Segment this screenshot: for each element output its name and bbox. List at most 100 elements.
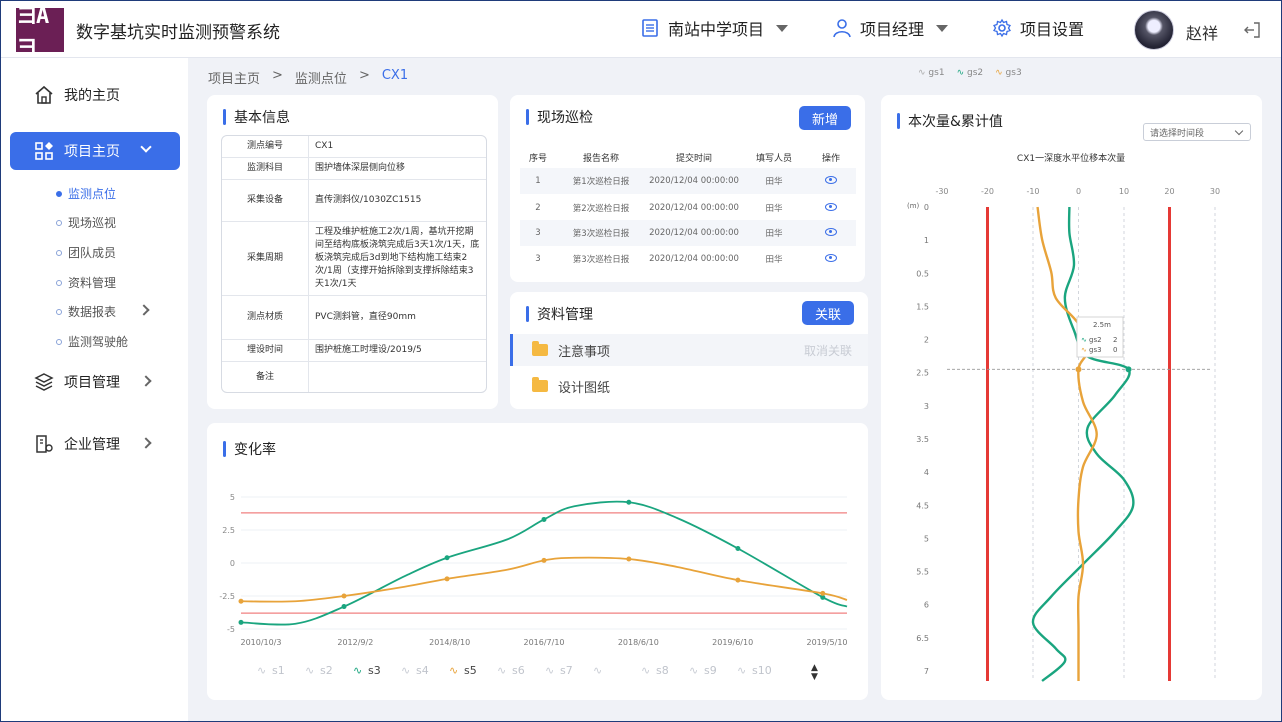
dot-icon <box>56 190 62 197</box>
data-point-s3 <box>444 555 450 561</box>
link-docs-button[interactable]: 关联 <box>802 301 854 325</box>
x-tick-label: 0 <box>1076 187 1081 196</box>
hover-point-gs3 <box>1075 366 1082 373</box>
legend-item[interactable]: ∿ gs2 <box>957 68 984 78</box>
sidebar-sub-cockpit[interactable]: 监测驾驶舱 <box>56 333 128 350</box>
data-point-s3 <box>341 604 347 610</box>
cell: 田华 <box>765 177 783 187</box>
eye-icon[interactable] <box>825 202 837 211</box>
sidebar-item-enterprise-mgmt[interactable]: 企业管理 <box>10 425 180 463</box>
sidebar-item-label: 项目管理 <box>64 375 120 391</box>
info-value <box>309 362 486 392</box>
eye-icon[interactable] <box>825 253 837 262</box>
y-tick-label: 0 <box>230 559 235 568</box>
legend-item[interactable]: ∿ gs3 <box>995 68 1022 78</box>
list-item[interactable]: 设计图纸 <box>510 370 868 402</box>
dot-icon <box>56 249 62 256</box>
legend-swatch-icon: ∿ <box>641 664 650 677</box>
table-row: 采集设备 直传测斜仪/1030ZC1515 <box>222 180 486 222</box>
cell: 3 <box>535 228 541 238</box>
legend-swatch-icon: ∿ <box>305 664 314 677</box>
x-tick-label: -20 <box>981 187 994 196</box>
eye-icon[interactable] <box>825 227 837 236</box>
sidebar: 我的主页 项目主页 监测点位 现场巡视 团队成员 资料管理 数据报表 监测驾驶舱… <box>0 58 188 722</box>
y-tick-label: 7 <box>924 667 929 676</box>
x-tick-label: 2016/7/10 <box>523 638 564 647</box>
sidebar-sub-site-patrol[interactable]: 现场巡视 <box>56 214 116 231</box>
unlink-button[interactable]: 取消关联 <box>804 342 852 359</box>
card-title: 资料管理 <box>526 304 593 324</box>
sidebar-sub-docs[interactable]: 资料管理 <box>56 274 116 291</box>
avatar[interactable] <box>1134 10 1174 50</box>
home-icon <box>35 85 53 104</box>
tooltip-swatch-icon: ∿ <box>1081 336 1087 344</box>
legend-swatch-icon: ∿ <box>353 664 362 677</box>
enterprise-icon <box>36 435 53 453</box>
cell: 第1次巡检日报 <box>572 177 630 187</box>
info-value: 围护墙体深层侧向位移 <box>309 158 486 180</box>
data-point-s3 <box>541 516 547 522</box>
user-name: 赵祥 <box>1186 24 1219 43</box>
sub-item-label: 数据报表 <box>68 305 117 319</box>
document-icon <box>642 19 658 37</box>
legend-page-down-icon: ▼ <box>811 672 818 682</box>
info-label: 采集周期 <box>222 222 309 296</box>
legend-item-s6: s6 <box>512 664 525 677</box>
role-selector[interactable]: 项目经理 <box>832 16 949 40</box>
table-row: 1 第1次巡检日报 2020/12/04 00:00:00 田华 <box>520 168 856 194</box>
sub-item-label: 资料管理 <box>68 276 117 290</box>
dot-icon <box>56 219 62 226</box>
breadcrumb-item[interactable]: 项目主页 <box>208 68 260 87</box>
cell: 田华 <box>765 229 783 239</box>
legend-item-s1: s1 <box>272 664 285 677</box>
tooltip-value: 2 <box>1113 336 1117 344</box>
project-name: 南站中学项目 <box>668 20 765 39</box>
add-patrol-button[interactable]: 新增 <box>799 106 851 130</box>
sidebar-item-label: 项目主页 <box>64 144 120 160</box>
sidebar-sub-reports[interactable]: 数据报表 <box>56 303 116 320</box>
info-value: 直传测斜仪/1030ZC1515 <box>309 180 486 222</box>
y-tick-label: 2 <box>924 336 929 345</box>
y-tick-label: 1 <box>924 236 929 245</box>
logout-icon[interactable] <box>1242 20 1262 40</box>
sidebar-sub-monitoring-points[interactable]: 监测点位 <box>56 185 116 202</box>
project-settings-button[interactable]: 项目设置 <box>992 16 1084 40</box>
y-tick-label: 4 <box>924 468 929 477</box>
data-point-s3 <box>735 545 741 551</box>
sidebar-item-label: 我的主页 <box>64 88 120 104</box>
sidebar-item-project-home[interactable]: 项目主页 <box>10 132 180 170</box>
cell: 2020/12/04 00:00:00 <box>649 203 739 213</box>
depth-chart-legend: ∿ gs1 ∿ gs2 ∿ gs3 <box>918 68 1022 78</box>
folder-icon <box>532 341 548 356</box>
legend-item-s7: s7 <box>560 664 573 677</box>
folder-icon <box>532 377 548 392</box>
sidebar-item-home[interactable]: 我的主页 <box>10 76 180 114</box>
dot-icon <box>56 338 62 345</box>
table-row: 测点编号 CX1 <box>222 136 486 158</box>
x-tick-label: -10 <box>1026 187 1039 196</box>
info-label: 采集设备 <box>222 180 309 222</box>
eye-icon[interactable] <box>825 175 837 184</box>
legend-swatch-icon: ∿ <box>593 664 602 677</box>
list-item[interactable]: 注意事项 取消关联 <box>510 334 868 366</box>
y-tick-label: 2.5 <box>916 369 929 378</box>
info-value: 工程及维护桩施工2次/1周，基坑开挖期间至结构底板浇筑完成后3天1次/1天，底板… <box>309 222 486 296</box>
doc-name: 注意事项 <box>558 344 611 360</box>
breadcrumb-item[interactable]: 监测点位 <box>295 68 347 87</box>
table-row: 监测科目 围护墙体深层侧向位移 <box>222 158 486 180</box>
user-icon <box>833 19 851 38</box>
legend-swatch-icon: ∿ <box>401 664 410 677</box>
cell: 第2次巡检日报 <box>572 204 630 214</box>
sub-item-label: 监测驾驶舱 <box>68 335 129 349</box>
sidebar-item-project-mgmt[interactable]: 项目管理 <box>10 363 180 401</box>
legend-item[interactable]: ∿ gs1 <box>918 68 945 78</box>
column-header: 序号 <box>528 154 547 164</box>
chevron-right-icon <box>138 304 150 316</box>
y-tick-label: 5 <box>924 534 929 543</box>
sidebar-sub-team[interactable]: 团队成员 <box>56 244 116 261</box>
dot-icon <box>56 279 62 286</box>
gear-icon <box>993 18 1011 38</box>
sub-item-label: 监测点位 <box>68 187 117 201</box>
data-point-s5 <box>735 577 741 583</box>
project-selector[interactable]: 南站中学项目 <box>640 16 789 40</box>
